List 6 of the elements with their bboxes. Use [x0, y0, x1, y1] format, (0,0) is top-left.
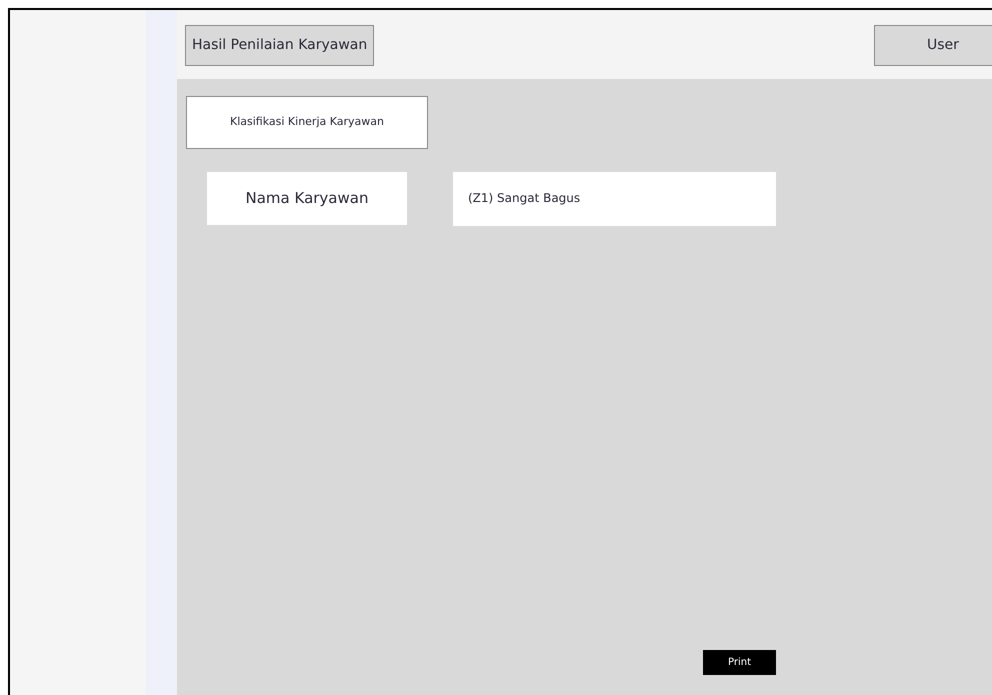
print-button[interactable]: Print	[703, 650, 776, 675]
field-label: Nama Karyawan	[207, 172, 407, 225]
page-title: Hasil Penilaian Karyawan	[185, 25, 374, 66]
section-heading: Klasifikasi Kinerja Karyawan	[186, 96, 428, 149]
user-button[interactable]: User	[874, 25, 992, 66]
result-field: (Z1) Sangat Bagus	[453, 172, 776, 226]
